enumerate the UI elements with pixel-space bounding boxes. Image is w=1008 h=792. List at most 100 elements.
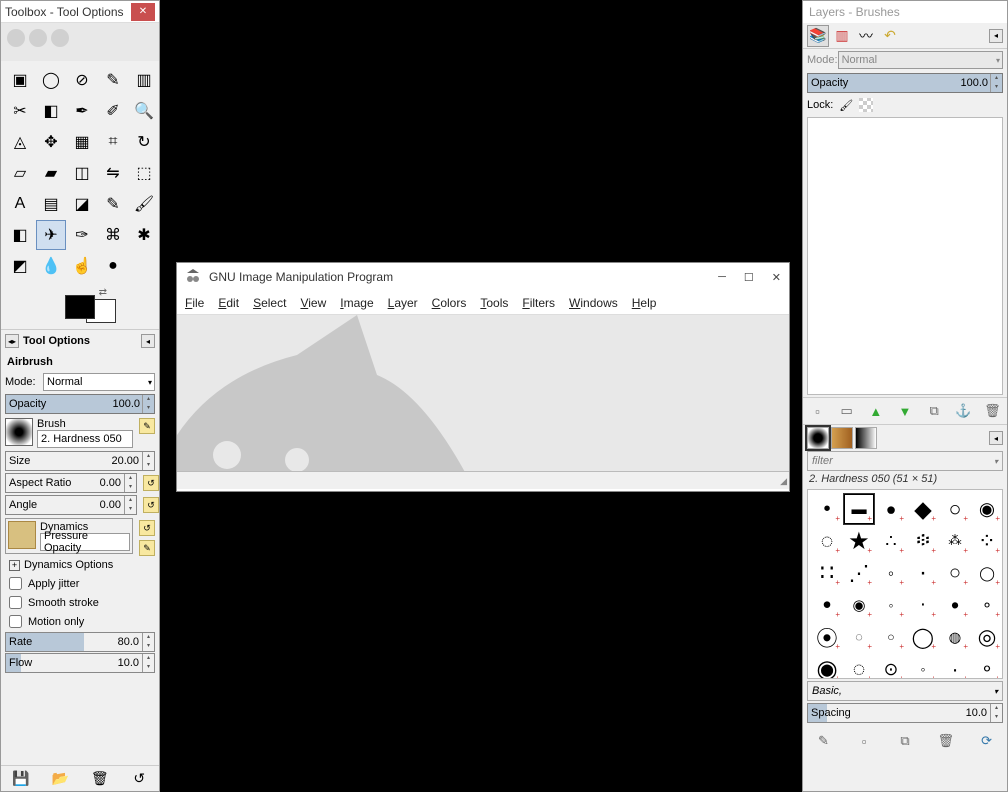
- layers-configure-icon[interactable]: ◂: [989, 29, 1003, 43]
- brush-item[interactable]: ∘+: [972, 590, 1002, 620]
- menu-colors[interactable]: Colors: [432, 296, 467, 310]
- motion-only-checkbox[interactable]: [9, 615, 22, 628]
- layer-mode-select[interactable]: Normal▾: [838, 51, 1003, 69]
- brush-item[interactable]: ◆+: [908, 494, 938, 524]
- opacity-slider[interactable]: Opacity 100.0 ▴▾: [5, 394, 155, 414]
- brush-item[interactable]: ○+: [940, 558, 970, 588]
- blur-icon[interactable]: 💧: [36, 251, 66, 281]
- perspective-icon[interactable]: ◫: [67, 158, 97, 188]
- clone-icon[interactable]: ⌘: [98, 220, 128, 250]
- menu-edit[interactable]: Edit: [218, 296, 239, 310]
- scissors-icon[interactable]: ✂: [5, 96, 35, 126]
- rate-input[interactable]: Rate 80.0 ▴▾: [5, 632, 155, 652]
- color-picker-icon[interactable]: ✐: [98, 96, 128, 126]
- gradients-tab-icon[interactable]: [855, 427, 877, 449]
- canvas-area[interactable]: [177, 315, 789, 471]
- brush-item[interactable]: ◦+: [876, 590, 906, 620]
- fuzzy-select-icon[interactable]: ✎: [98, 65, 128, 95]
- brush-category-select[interactable]: Basic,▾: [807, 681, 1003, 701]
- menu-filters[interactable]: Filters: [522, 296, 555, 310]
- menu-windows[interactable]: Windows: [569, 296, 618, 310]
- airbrush-icon[interactable]: ✈: [36, 220, 66, 250]
- rotate-icon[interactable]: ↻: [129, 127, 159, 157]
- brush-item[interactable]: ·+: [908, 590, 938, 620]
- brush-item[interactable]: ○+: [940, 494, 970, 524]
- brush-item[interactable]: ◉+: [844, 590, 874, 620]
- move-icon[interactable]: ✥: [36, 127, 66, 157]
- brush-item[interactable]: ·+: [908, 558, 938, 588]
- raise-layer-icon[interactable]: ▲: [867, 402, 885, 420]
- menu-file[interactable]: File: [185, 296, 204, 310]
- brush-item[interactable]: ◌+: [812, 526, 842, 556]
- paths-tab-icon[interactable]: 〰: [855, 25, 877, 47]
- brush-item[interactable]: ◍+: [940, 622, 970, 652]
- reset-aspect-icon[interactable]: ↺: [143, 497, 159, 513]
- duplicate-layer-icon[interactable]: ⧉: [925, 402, 943, 420]
- ellipse-select-icon[interactable]: ◯: [36, 65, 66, 95]
- brush-item[interactable]: ◦+: [876, 558, 906, 588]
- mode-select[interactable]: Normal▾: [43, 373, 155, 391]
- delete-layer-icon[interactable]: 🗑: [983, 402, 1001, 420]
- brush-item[interactable]: ○+: [876, 622, 906, 652]
- menu-layer[interactable]: Layer: [388, 296, 418, 310]
- rect-select-icon[interactable]: ▣: [5, 65, 35, 95]
- dynamics-select[interactable]: Pressure Opacity: [40, 533, 130, 551]
- channels-tab-icon[interactable]: ▥: [831, 25, 853, 47]
- fg-select-icon[interactable]: ◧: [36, 96, 66, 126]
- brush-item[interactable]: ▬+: [844, 494, 874, 524]
- free-select-icon[interactable]: ⊘: [67, 65, 97, 95]
- opacity-spinner[interactable]: ▴▾: [142, 395, 154, 413]
- layers-tab-icon[interactable]: 📚: [807, 25, 829, 47]
- brush-item[interactable]: ·+: [940, 654, 970, 679]
- ink-icon[interactable]: ✑: [67, 220, 97, 250]
- reset-size-icon[interactable]: ↺: [143, 475, 159, 491]
- brush-item[interactable]: ⁘+: [972, 526, 1002, 556]
- text-icon[interactable]: A: [5, 189, 35, 219]
- apply-jitter-checkbox[interactable]: [9, 577, 22, 590]
- lower-layer-icon[interactable]: ▼: [896, 402, 914, 420]
- undo-tab-icon[interactable]: ↶: [879, 25, 901, 47]
- brush-item[interactable]: ∘+: [972, 654, 1002, 679]
- brush-item[interactable]: ◎+: [972, 622, 1002, 652]
- reset-options-icon[interactable]: ↺: [130, 770, 148, 788]
- smudge-icon[interactable]: ☝: [67, 251, 97, 281]
- color-select-icon[interactable]: ▥: [129, 65, 159, 95]
- flow-input[interactable]: Flow 10.0 ▴▾: [5, 653, 155, 673]
- edit-dynamics-icon[interactable]: ✎: [139, 540, 155, 556]
- brush-item[interactable]: ●+: [812, 590, 842, 620]
- brush-item[interactable]: ◯+: [908, 622, 938, 652]
- eraser-icon[interactable]: ◧: [5, 220, 35, 250]
- blend-icon[interactable]: ◪: [67, 189, 97, 219]
- lock-alpha-icon[interactable]: [859, 98, 873, 112]
- menu-image[interactable]: Image: [340, 296, 373, 310]
- new-layer-icon[interactable]: ▫: [809, 402, 827, 420]
- brush-item[interactable]: ★+: [844, 526, 874, 556]
- delete-brush-icon[interactable]: 🗑: [937, 732, 955, 750]
- dynamics-options-expander[interactable]: +Dynamics Options: [1, 556, 159, 574]
- brush-item[interactable]: ●+: [876, 494, 906, 524]
- save-options-icon[interactable]: 💾: [12, 770, 30, 788]
- bucket-icon[interactable]: ▤: [36, 189, 66, 219]
- foreground-color[interactable]: [65, 295, 95, 319]
- pencil-icon[interactable]: ✎: [98, 189, 128, 219]
- perspective-clone-icon[interactable]: ◩: [5, 251, 35, 281]
- dynamics-preview-icon[interactable]: [8, 521, 36, 549]
- angle-input[interactable]: Angle 0.00 ▴▾: [5, 495, 137, 515]
- brush-item[interactable]: ◌+: [844, 654, 874, 679]
- configure-tab-icon[interactable]: ◂▸: [5, 334, 19, 348]
- edit-brush-button-icon[interactable]: ✎: [814, 732, 832, 750]
- resize-grip-icon[interactable]: ◢: [780, 476, 787, 487]
- new-brush-button-icon[interactable]: ▫: [855, 732, 873, 750]
- brush-item[interactable]: ◌+: [844, 622, 874, 652]
- layer-group-icon[interactable]: ▭: [838, 402, 856, 420]
- brush-item[interactable]: ∴+: [876, 526, 906, 556]
- measure-icon[interactable]: ◬: [5, 127, 35, 157]
- delete-options-icon[interactable]: 🗑: [91, 770, 109, 788]
- paths-icon[interactable]: ✒: [67, 96, 97, 126]
- maximize-button[interactable]: ☐: [744, 271, 754, 284]
- gimp-titlebar[interactable]: GNU Image Manipulation Program ─ ☐ ✕: [177, 263, 789, 291]
- menu-help[interactable]: Help: [632, 296, 657, 310]
- brushes-tab-icon[interactable]: [807, 427, 829, 449]
- refresh-brushes-icon[interactable]: ⟳: [978, 732, 996, 750]
- paintbrush-icon[interactable]: 🖌: [129, 189, 159, 219]
